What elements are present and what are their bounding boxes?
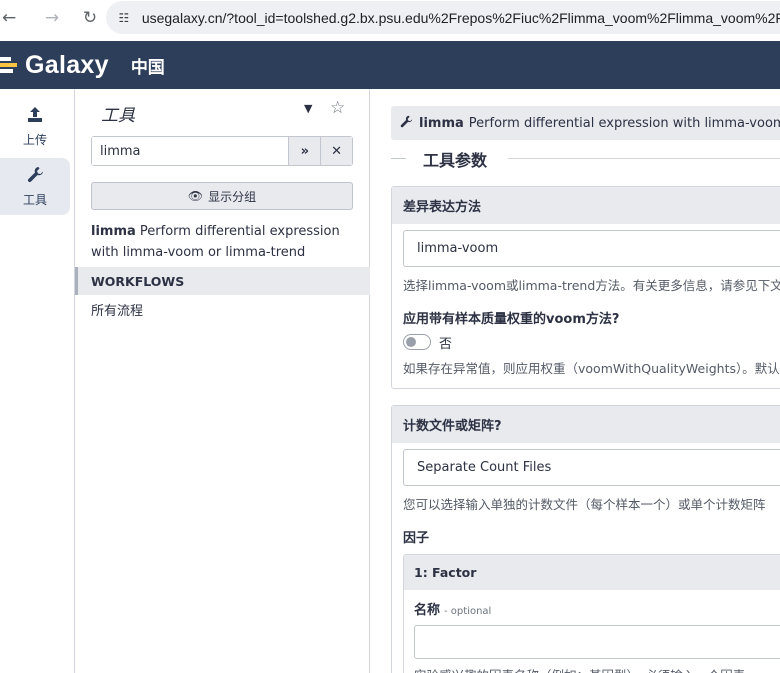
close-icon[interactable]: ✕ [320,137,352,165]
tool-link-limma[interactable]: limma Perform differential expression wi… [91,221,356,263]
activity-tools-label: 工具 [22,192,47,207]
method-select[interactable]: limma-voom [403,230,780,267]
all-workflows-link[interactable]: 所有流程 [91,300,143,319]
weights-toggle-label: 否 [439,337,453,352]
factor-card-title[interactable]: 1: Factor [404,555,780,590]
method-card: 差异表达方法 limma-voom 选择limma-voom或limma-tre… [391,186,780,389]
method-help: 选择limma-voom或limma-trend方法。有关更多信息，请参见下文。 [403,278,780,293]
weights-label: 应用带有样本质量权重的voom方法? [403,312,620,327]
section-workflows[interactable]: WORKFLOWS [75,267,370,295]
tool-link-name: limma [91,224,136,239]
panel-view-dropdown-icon[interactable]: ▼ [304,102,312,115]
tool-params-heading: 工具参数 [391,147,780,170]
forward-arrow-icon[interactable]: → [35,1,69,35]
activity-upload[interactable]: 上传 [0,98,70,155]
factor-label: 因子 [403,531,430,546]
logo-text: Galaxy [25,50,109,79]
show-sections-button[interactable]: 👁 显示分组 [91,182,353,210]
activity-tools[interactable]: 工具 [0,158,70,215]
count-select-value: Separate Count Files [417,460,552,475]
brand-subtitle: 中国 [130,57,165,78]
tool-title-name: limma [419,115,464,131]
factor-name-text: 名称 [414,603,441,618]
address-bar[interactable]: ☷ usegalaxy.cn/?tool_id=toolshed.g2.bx.p… [106,1,780,34]
factor-name-help: 实验感兴趣的因素名称（例如：基因型）。必须输入一个因素 [414,665,745,673]
section-workflows-label: WORKFLOWS [91,273,185,289]
tool-form-panel: limma Perform differential expression wi… [370,89,780,673]
favorites-star-icon[interactable]: ☆ [330,98,345,118]
weights-toggle[interactable] [403,334,431,350]
activity-upload-label: 上传 [22,132,47,147]
factor-name-label: 名称 - optional [414,599,491,618]
count-help: 您可以选择输入单独的计数文件（每个样本一个）或单个计数矩阵 [403,497,766,512]
show-sections-label: 显示分组 [208,189,257,204]
optional-tag: - optional [444,606,492,617]
browser-toolbar: ← → ↻ ☷ usegalaxy.cn/?tool_id=toolshed.g… [0,0,780,36]
url-text[interactable]: usegalaxy.cn/?tool_id=toolshed.g2.bx.psu… [142,10,780,26]
activity-bar: 上传 工具 [0,89,75,673]
wrench-icon [27,166,44,188]
reload-icon[interactable]: ↻ [73,1,107,35]
back-arrow-icon[interactable]: ← [0,1,18,35]
factor-name-input[interactable] [414,625,780,659]
count-card-title[interactable]: 计数文件或矩阵? [392,406,780,443]
tool-title-bar: limma Perform differential expression wi… [391,106,780,140]
tool-search: » ✕ [91,136,353,166]
tool-panel: 工具 ▼ ☆ » ✕ 👁 显示分组 limma Perform differen… [75,89,370,673]
upload-icon [27,106,43,128]
galaxy-logo-icon [0,55,20,75]
chevron-double-down-icon[interactable]: » [288,137,321,165]
eye-icon: 👁 [187,189,204,203]
tool-panel-title: 工具 [101,106,135,126]
count-card: 计数文件或矩阵? Separate Count Files 您可以选择输入单独的… [391,405,780,673]
count-select[interactable]: Separate Count Files [403,449,780,486]
method-card-title[interactable]: 差异表达方法 [392,187,780,224]
method-select-value: limma-voom [417,241,499,256]
tool-params-heading-text: 工具参数 [423,151,488,170]
galaxy-logo[interactable]: Galaxy [0,51,109,80]
tool-search-input[interactable] [92,137,289,165]
factor-card: 1: Factor 名称- optional 实验感兴趣的因素名称（例如：基因型… [403,554,780,673]
tool-title-desc: Perform differential expression with lim… [468,115,780,131]
masthead: Galaxy 中国 [0,41,780,89]
weights-help: 如果存在异常值，则应用权重（voomWithQualityWeights）。默认… [403,361,780,376]
site-info-icon[interactable]: ☷ [114,7,134,29]
wrench-icon[interactable] [400,115,413,132]
